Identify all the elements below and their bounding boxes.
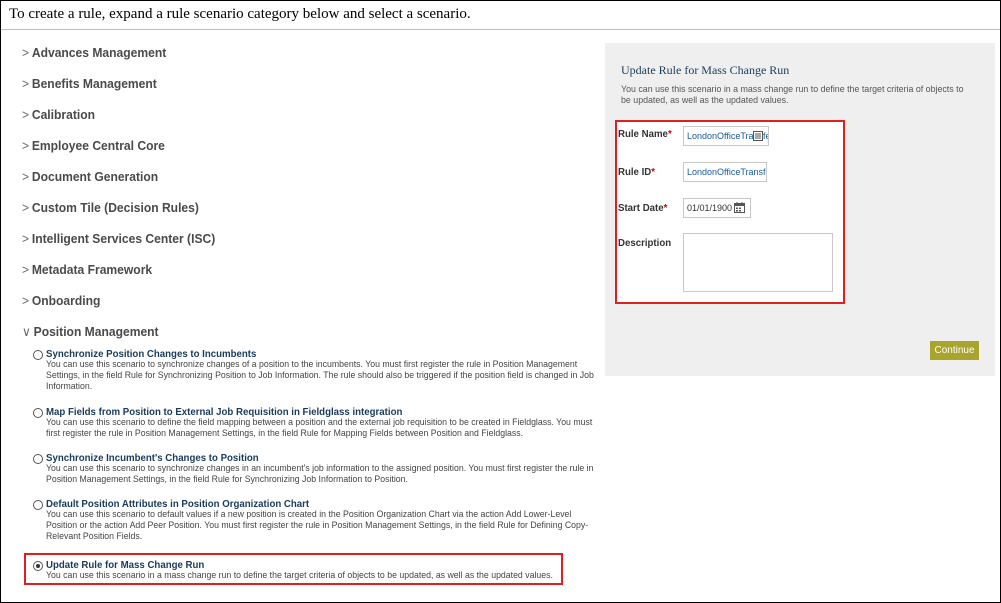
scenario-radio-selected[interactable] — [33, 561, 43, 571]
chevron-right-icon: > — [22, 45, 30, 60]
required-marker: * — [667, 128, 672, 140]
translate-icon[interactable] — [753, 131, 763, 141]
description-label: Description — [618, 237, 672, 249]
scenario-radio[interactable] — [33, 408, 43, 418]
chevron-right-icon: > — [22, 138, 30, 153]
category-label: Custom Tile (Decision Rules) — [31, 200, 199, 215]
category-label: Advances Management — [31, 45, 167, 60]
category-label: Metadata Framework — [31, 262, 153, 277]
category-metadata-framework[interactable]: > Metadata Framework — [22, 262, 152, 277]
continue-button[interactable]: Continue — [930, 341, 979, 360]
scenario-description: You can use this scenario to default val… — [46, 509, 589, 542]
scenario-radio[interactable] — [33, 454, 43, 464]
category-label: Calibration — [31, 107, 96, 122]
category-onboarding[interactable]: > Onboarding — [22, 293, 100, 308]
category-calibration[interactable]: > Calibration — [22, 107, 95, 122]
required-marker: * — [663, 202, 668, 214]
required-marker: * — [651, 166, 656, 178]
category-label: Intelligent Services Center (ISC) — [31, 231, 216, 246]
scenario-radio[interactable] — [33, 500, 43, 510]
category-intelligent-services-center[interactable]: > Intelligent Services Center (ISC) — [22, 231, 215, 246]
chevron-right-icon: > — [22, 231, 30, 246]
rule-id-label: Rule ID* — [618, 166, 656, 178]
chevron-right-icon: > — [22, 76, 30, 91]
category-employee-central-core[interactable]: > Employee Central Core — [22, 138, 165, 153]
category-label: Position Management — [33, 324, 159, 339]
chevron-right-icon: > — [22, 262, 30, 277]
panel-title: Update Rule for Mass Change Run — [621, 63, 790, 77]
rule-id-input[interactable]: LondonOfficeTransfer — [683, 162, 767, 182]
panel-description: You can use this scenario in a mass chan… — [621, 84, 964, 106]
chevron-right-icon: > — [22, 169, 30, 184]
category-label: Onboarding — [31, 293, 101, 308]
start-date-label: Start Date* — [618, 202, 668, 214]
chevron-down-icon: ∨ — [22, 324, 31, 339]
category-label: Employee Central Core — [31, 138, 165, 153]
category-document-generation[interactable]: > Document Generation — [22, 169, 158, 184]
rule-name-label: Rule Name* — [618, 128, 672, 140]
category-custom-tile[interactable]: > Custom Tile (Decision Rules) — [22, 200, 199, 215]
description-textarea[interactable] — [683, 233, 833, 292]
scenario-description: You can use this scenario to define the … — [46, 417, 593, 439]
scenario-description: You can use this scenario to synchronize… — [46, 463, 594, 485]
scenario-radio[interactable] — [33, 350, 43, 360]
category-advances-management[interactable]: > Advances Management — [22, 45, 166, 60]
intro-divider — [1, 29, 1000, 30]
category-label: Document Generation — [31, 169, 159, 184]
intro-instruction: To create a rule, expand a rule scenario… — [9, 6, 471, 22]
category-label: Benefits Management — [31, 76, 157, 91]
scenario-description: You can use this scenario in a mass chan… — [46, 570, 553, 581]
chevron-right-icon: > — [22, 200, 30, 215]
category-benefits-management[interactable]: > Benefits Management — [22, 76, 157, 91]
calendar-icon[interactable] — [734, 202, 745, 213]
scenario-description: You can use this scenario to synchronize… — [46, 359, 594, 392]
chevron-right-icon: > — [22, 107, 30, 122]
chevron-right-icon: > — [22, 293, 30, 308]
category-position-management[interactable]: ∨ Position Management — [22, 324, 159, 340]
